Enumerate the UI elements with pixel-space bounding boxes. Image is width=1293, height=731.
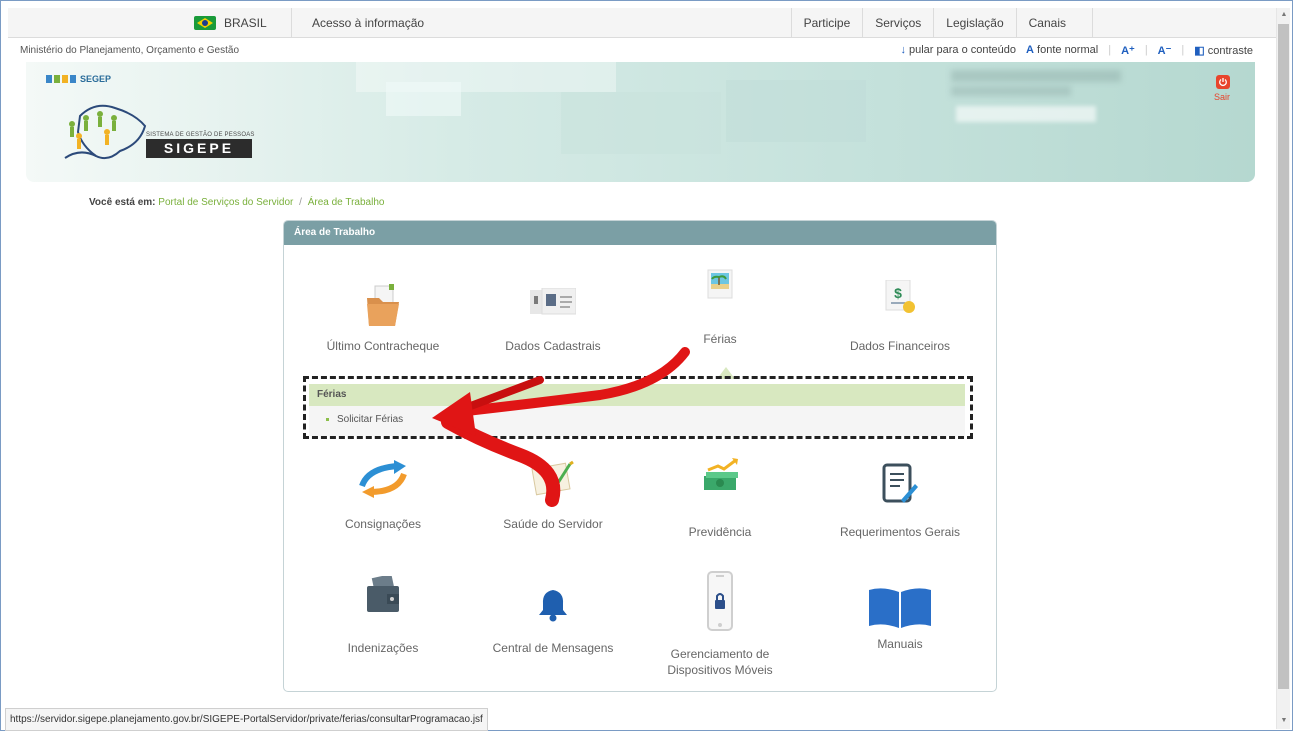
blurred-user-name: [951, 70, 1121, 82]
tile-requerimentos-gerais[interactable]: Requerimentos Gerais: [825, 458, 975, 548]
font-normal-link[interactable]: A fonte normal: [1026, 44, 1098, 56]
gov-nav: Participe Serviços Legislação Canais: [790, 8, 1093, 38]
tile-manuais[interactable]: Manuais: [825, 576, 975, 666]
tile-ferias[interactable]: Férias: [645, 265, 795, 355]
scroll-down-icon[interactable]: ▼: [1279, 716, 1289, 726]
arrow-down-icon: ↓: [900, 44, 906, 56]
tile-label: Férias: [703, 332, 737, 346]
svg-text:$: $: [894, 285, 902, 301]
divider: |: [1144, 44, 1148, 56]
accessibility-bar: Ministério do Planejamento, Orçamento e …: [8, 38, 1276, 62]
divider: [291, 8, 292, 38]
tile-indenizacoes[interactable]: Indenizações: [308, 576, 458, 666]
vacation-photo-icon: [707, 269, 733, 299]
tile-label: Previdência: [688, 525, 752, 539]
logout-button[interactable]: [1216, 75, 1230, 89]
exchange-arrows-icon: [359, 460, 407, 498]
highlight-dashed-box: [303, 376, 973, 439]
open-book-icon: [869, 588, 931, 628]
breadcrumb-area-trabalho[interactable]: Área de Trabalho: [308, 197, 385, 208]
accessibility-links: ↓ pular para o conteúdo A fonte normal |…: [900, 38, 1253, 62]
font-decrease-button[interactable]: A⁻: [1158, 44, 1172, 57]
document-edit-icon: [882, 463, 918, 503]
tile-dados-cadastrais[interactable]: Dados Cadastrais: [478, 270, 628, 360]
health-form-icon: [531, 460, 574, 496]
brasil-link[interactable]: BRASIL: [194, 8, 267, 38]
folder-icon: [367, 284, 399, 326]
decor: [386, 82, 461, 116]
tile-previdencia[interactable]: Previdência: [645, 458, 795, 548]
font-icon: A: [1026, 44, 1034, 56]
wallet-icon: [367, 576, 399, 612]
font-increase-button[interactable]: A⁺: [1121, 44, 1135, 57]
brazil-map-people-icon: [64, 104, 147, 160]
brasil-label: BRASIL: [224, 16, 267, 30]
skip-to-content-link[interactable]: ↓ pular para o conteúdo: [900, 44, 1016, 56]
breadcrumb-portal[interactable]: Portal de Serviços do Servidor: [158, 197, 293, 208]
breadcrumb-label: Você está em:: [89, 197, 156, 208]
tile-gerenciamento-dispositivos[interactable]: Gerenciamento de Dispositivos Móveis: [645, 570, 795, 680]
acesso-informacao-link[interactable]: Acesso à informação: [312, 8, 424, 38]
scroll-up-icon[interactable]: ▲: [1279, 10, 1289, 20]
tile-saude-do-servidor[interactable]: Saúde do Servidor: [478, 458, 628, 548]
sigepe-logo-text: SIGEPE: [146, 139, 252, 158]
gov-bar: BRASIL Acesso à informação Participe Ser…: [8, 8, 1276, 38]
tile-label: Consignações: [344, 517, 422, 531]
mobile-lock-icon: [707, 571, 733, 631]
id-card-icon: [530, 288, 576, 315]
power-icon: [1219, 78, 1227, 86]
breadcrumb: Você está em: Portal de Serviços do Serv…: [89, 197, 384, 208]
tile-consignacoes[interactable]: Consignações: [308, 458, 458, 548]
contrast-link[interactable]: ◧ contraste: [1194, 44, 1253, 57]
segep-label: SEGEP: [80, 74, 112, 84]
tile-label: Manuais: [877, 637, 923, 651]
decor: [561, 92, 721, 154]
decor: [726, 80, 866, 142]
blurred-user-info: [951, 86, 1071, 96]
panel-title: Área de Trabalho: [284, 221, 996, 245]
tile-label: Requerimentos Gerais: [839, 525, 961, 539]
nav-canais[interactable]: Canais: [1015, 8, 1093, 38]
status-bar-url: https://servidor.sigepe.planejamento.gov…: [5, 708, 488, 731]
tile-label: Dados Financeiros: [849, 339, 951, 353]
divider: |: [1108, 44, 1112, 56]
nav-participe[interactable]: Participe: [790, 8, 863, 38]
tile-label: Indenizações: [347, 641, 419, 655]
sistema-label: SISTEMA DE GESTÃO DE PESSOAS: [146, 132, 255, 138]
bell-icon: [539, 590, 567, 622]
nav-legislacao[interactable]: Legislação: [933, 8, 1015, 38]
tile-central-de-mensagens[interactable]: Central de Mensagens: [478, 576, 628, 666]
logout-label[interactable]: Sair: [1214, 92, 1230, 102]
money-document-icon: $: [885, 280, 915, 313]
segep-logo-icon: [46, 75, 76, 83]
divider: |: [1181, 44, 1185, 56]
nav-servicos[interactable]: Serviços: [862, 8, 933, 38]
font-normal-label: fonte normal: [1037, 44, 1099, 56]
brazil-flag-icon: [194, 16, 216, 30]
tile-label: Dados Cadastrais: [505, 339, 601, 353]
skip-label: pular para o conteúdo: [909, 44, 1017, 56]
header-banner: SEGEP SISTEMA DE GESTÃO DE PESSOAS SIGEP…: [26, 62, 1255, 182]
tile-ultimo-contracheque[interactable]: Último Contracheque: [308, 270, 458, 360]
tile-label: Gerenciamento de Dispositivos Móveis: [667, 647, 773, 677]
tile-label: Último Contracheque: [326, 339, 440, 353]
contrast-label: contraste: [1207, 44, 1253, 57]
tile-label: Saúde do Servidor: [503, 517, 603, 531]
tile-dados-financeiros[interactable]: $ Dados Financeiros: [825, 270, 975, 360]
scrollbar-thumb[interactable]: [1278, 24, 1289, 689]
money-growth-icon: [704, 458, 738, 490]
contrast-icon: ◧: [1194, 44, 1205, 57]
blurred-user-select: [956, 106, 1096, 122]
breadcrumb-separator: /: [299, 197, 302, 208]
tile-label: Central de Mensagens: [492, 641, 614, 655]
ministry-name: Ministério do Planejamento, Orçamento e …: [20, 45, 239, 56]
segep-logo: SEGEP: [46, 74, 111, 84]
